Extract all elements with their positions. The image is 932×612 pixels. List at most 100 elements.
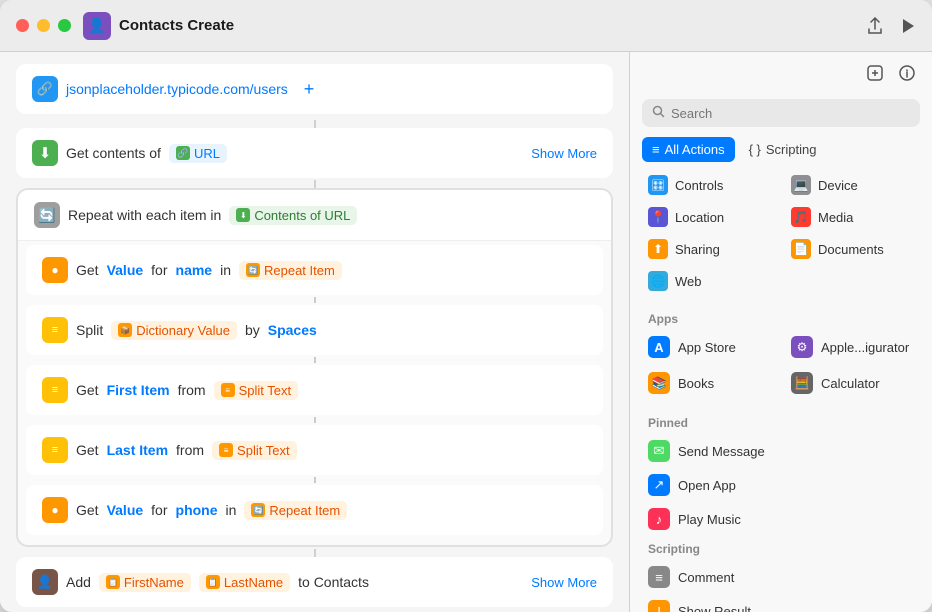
for-text2: for: [151, 502, 167, 518]
last-item-label: Last Item: [107, 442, 168, 458]
dict-value-pill: 📦 Dictionary Value: [111, 321, 237, 340]
nested-body: ● Get Value for name in 🔄 Repeat Item: [18, 241, 611, 535]
show-more-button[interactable]: Show More: [531, 146, 597, 161]
contents-pill: ⬇ Contents of URL: [229, 206, 357, 225]
divider4: [314, 477, 316, 483]
main-window: 👤 Contacts Create 🔗 jsonplaceholder.typi…: [0, 0, 932, 612]
comment-label: Comment: [678, 570, 734, 585]
info-button[interactable]: [894, 60, 920, 91]
tab-scripting-label: Scripting: [766, 142, 817, 157]
url-card[interactable]: 🔗 jsonplaceholder.typicode.com/users +: [16, 64, 613, 114]
show-more-add-button[interactable]: Show More: [531, 575, 597, 590]
calculator-item[interactable]: 🧮 Calculator: [785, 366, 920, 400]
comment-icon: ≡: [648, 566, 670, 588]
get-contents-card[interactable]: ⬇ Get contents of 🔗 URL Show More: [16, 128, 613, 178]
books-label: Books: [678, 376, 714, 391]
firstname-pill: 📋 FirstName: [99, 573, 191, 592]
search-input[interactable]: [671, 106, 910, 121]
category-controls[interactable]: 🎛 Controls: [642, 170, 777, 200]
url-pill: 🔗 URL: [169, 144, 227, 163]
titlebar-actions: [866, 17, 916, 35]
app-store-icon: A: [648, 336, 670, 358]
contents-pill-icon: ⬇: [236, 208, 250, 222]
app-store-label: App Store: [678, 340, 736, 355]
left-panel: 🔗 jsonplaceholder.typicode.com/users + ⬇…: [0, 52, 630, 612]
add-url-button[interactable]: +: [304, 79, 315, 100]
get-value-icon: ●: [42, 257, 68, 283]
send-message-icon: ✉: [648, 440, 670, 462]
get-last-item-card[interactable]: ≡ Get Last Item from ≡ Split Text: [26, 425, 603, 475]
close-button[interactable]: [16, 19, 29, 32]
apps-grid: A App Store ⚙ Apple...igurator 📚 Books 🧮…: [642, 330, 920, 400]
calculator-label: Calculator: [821, 376, 880, 391]
connector: [314, 120, 316, 128]
value-label1: Value: [107, 262, 144, 278]
tab-all-actions[interactable]: ≡ All Actions: [642, 137, 735, 162]
titlebar: 👤 Contacts Create: [0, 0, 932, 52]
books-item[interactable]: 📚 Books: [642, 366, 777, 400]
content-area: 🔗 jsonplaceholder.typicode.com/users + ⬇…: [0, 52, 932, 612]
apple-igurator-item[interactable]: ⚙ Apple...igurator: [785, 330, 920, 364]
from-text2: from: [176, 442, 204, 458]
send-message-label: Send Message: [678, 444, 765, 459]
first-item-label: First Item: [107, 382, 170, 398]
show-result-item[interactable]: ! Show Result: [642, 594, 920, 612]
for-text1: for: [151, 262, 167, 278]
repeat-header[interactable]: 🔄 Repeat with each item in ⬇ Contents of…: [18, 190, 611, 241]
minimize-button[interactable]: [37, 19, 50, 32]
repeat-item-pill1: 🔄 Repeat Item: [239, 261, 342, 280]
play-button[interactable]: [900, 18, 916, 34]
share-button[interactable]: [866, 17, 884, 35]
documents-label: Documents: [818, 242, 884, 257]
comment-item[interactable]: ≡ Comment: [642, 560, 920, 594]
category-media[interactable]: 🎵 Media: [785, 202, 920, 232]
get-value-phone-card[interactable]: ● Get Value for phone in 🔄 Repeat Item: [26, 485, 603, 535]
maximize-button[interactable]: [58, 19, 71, 32]
media-icon: 🎵: [791, 207, 811, 227]
documents-icon: 📄: [791, 239, 811, 259]
url-icon: 🔗: [32, 76, 58, 102]
split-card[interactable]: ≡ Split 📦 Dictionary Value by Spaces: [26, 305, 603, 355]
divider3: [314, 417, 316, 423]
split-text: Split: [76, 322, 103, 338]
scripting-section-label: Scripting: [642, 536, 920, 560]
category-documents[interactable]: 📄 Documents: [785, 234, 920, 264]
category-location[interactable]: 📍 Location: [642, 202, 777, 232]
tab-all-actions-label: All Actions: [665, 142, 725, 157]
get-phone-icon: ●: [42, 497, 68, 523]
play-music-item[interactable]: ♪ Play Music: [642, 502, 920, 536]
search-bar: [642, 99, 920, 127]
device-icon: 💻: [791, 175, 811, 195]
divider1: [314, 297, 316, 303]
get-last-icon: ≡: [42, 437, 68, 463]
send-message-item[interactable]: ✉ Send Message: [642, 434, 920, 468]
books-icon: 📚: [648, 372, 670, 394]
get-value-name-card[interactable]: ● Get Value for name in 🔄 Repeat Item: [26, 245, 603, 295]
repeat-item-icon2: 🔄: [251, 503, 265, 517]
apple-igurator-icon: ⚙: [791, 336, 813, 358]
pinned-section-label: Pinned: [642, 410, 920, 434]
url-text: jsonplaceholder.typicode.com/users: [66, 81, 288, 97]
get-contents-icon: ⬇: [32, 140, 58, 166]
get-text2: Get: [76, 382, 99, 398]
get-first-item-card[interactable]: ≡ Get First Item from ≡ Split Text: [26, 365, 603, 415]
repeat-prefix: Repeat with each item in: [68, 207, 221, 223]
right-header: [630, 52, 932, 91]
calculator-icon: 🧮: [791, 372, 813, 394]
split-text-pill1: ≡ Split Text: [214, 381, 299, 400]
add-action-button[interactable]: [862, 60, 888, 91]
split-text-icon2: ≡: [219, 443, 233, 457]
open-app-icon: ↗: [648, 474, 670, 496]
category-grid: 🎛 Controls 💻 Device 📍 Location 🎵 Media: [642, 170, 920, 296]
add-prefix: Add: [66, 574, 91, 590]
location-label: Location: [675, 210, 724, 225]
category-sharing[interactable]: ⬆ Sharing: [642, 234, 777, 264]
category-device[interactable]: 💻 Device: [785, 170, 920, 200]
tab-scripting[interactable]: { } Scripting: [739, 137, 827, 162]
lastname-icon: 📋: [206, 575, 220, 589]
open-app-item[interactable]: ↗ Open App: [642, 468, 920, 502]
category-web[interactable]: 🌐 Web: [642, 266, 777, 296]
show-result-icon: !: [648, 600, 670, 612]
app-store-item[interactable]: A App Store: [642, 330, 777, 364]
add-contacts-card[interactable]: 👤 Add 📋 FirstName 📋 LastName to Contacts…: [16, 557, 613, 607]
